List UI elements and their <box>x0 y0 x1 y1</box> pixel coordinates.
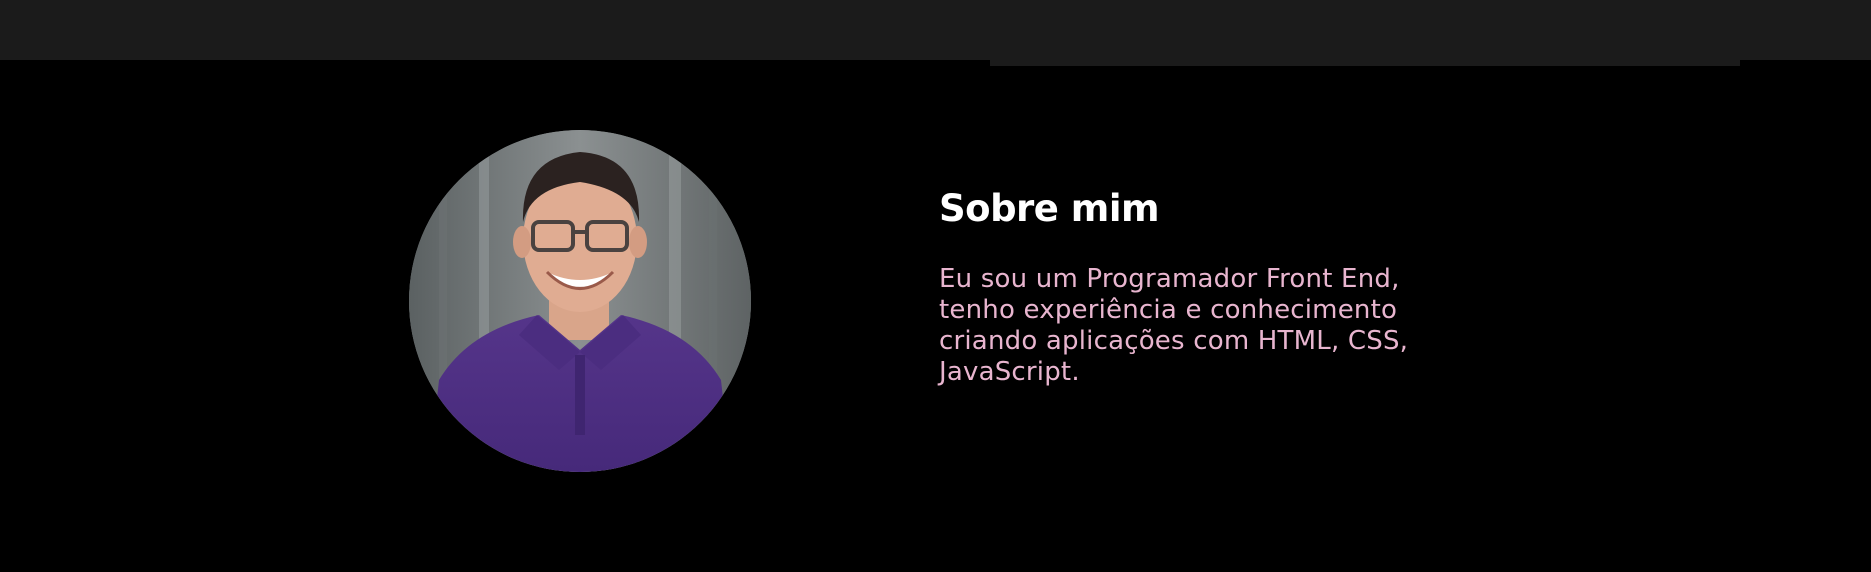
profile-photo-illustration <box>409 130 751 472</box>
about-section: Sobre mim Eu sou um Programador Front En… <box>0 66 1871 572</box>
section-title: Sobre mim <box>939 187 1160 230</box>
top-navbar <box>0 0 1871 60</box>
profile-photo <box>409 130 751 472</box>
about-text-block: Sobre mim Eu sou um Programador Front En… <box>939 187 1459 388</box>
about-description: Eu sou um Programador Front End, tenho e… <box>939 263 1409 387</box>
